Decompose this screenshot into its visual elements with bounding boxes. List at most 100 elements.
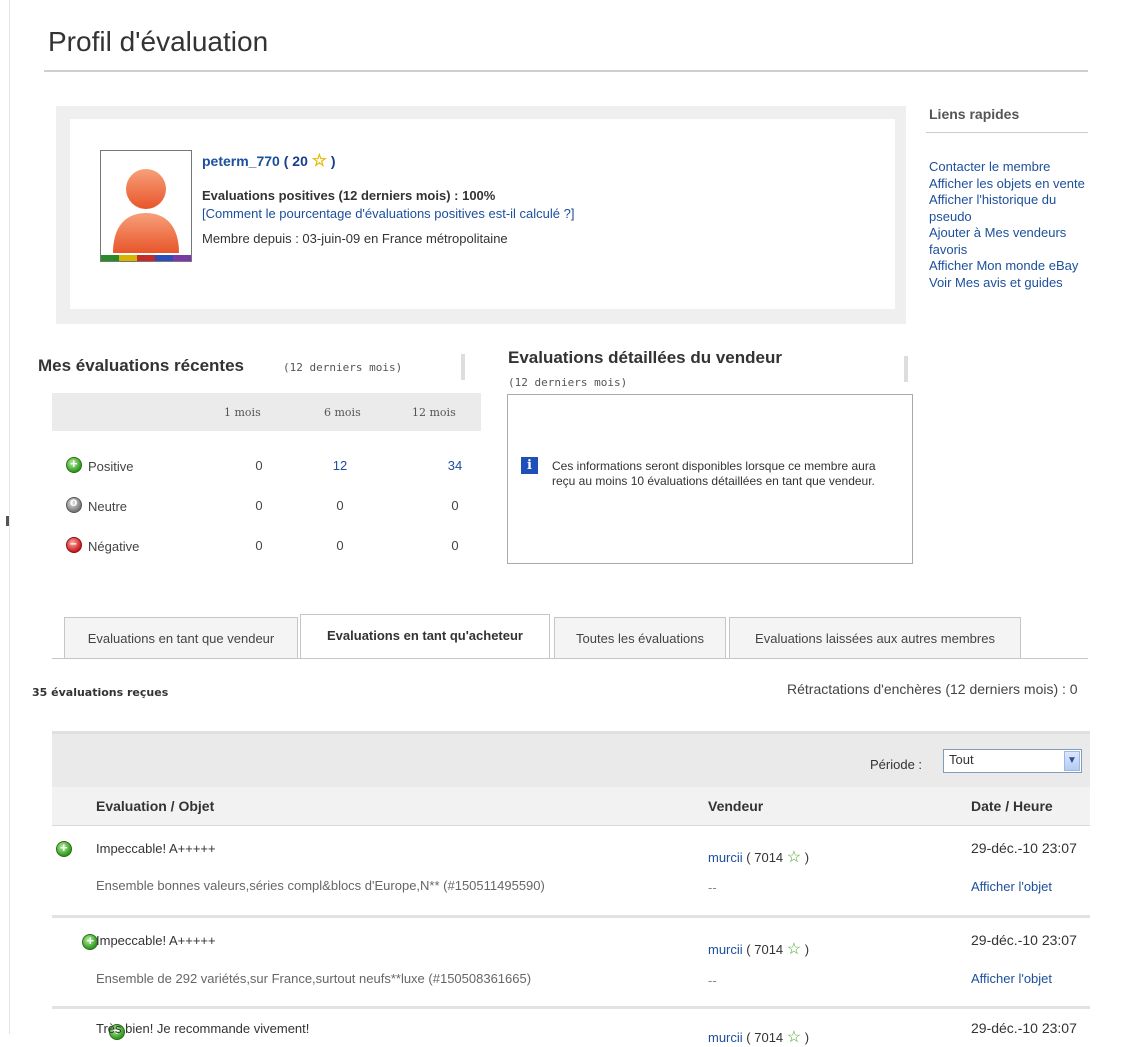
score-open: (: [283, 153, 293, 169]
quick-links-divider: [926, 132, 1088, 133]
seller-info: murcii ( 7014 ☆ ): [708, 847, 809, 867]
quick-link-my-world[interactable]: Afficher Mon monde eBay: [929, 258, 1089, 275]
seller-score: 7014: [754, 942, 784, 957]
calculation-help-link[interactable]: [Comment le pourcentage d'évaluations po…: [202, 206, 574, 221]
quick-link-items-for-sale[interactable]: Afficher les objets en vente: [929, 176, 1089, 193]
star-icon[interactable]: ☆: [787, 941, 801, 958]
page-title: Profil d'évaluation: [48, 26, 269, 57]
detailed-ratings-subtitle: (12 derniers mois): [508, 376, 628, 389]
score-open: (: [742, 850, 755, 865]
period-filter-bar: [52, 731, 1090, 790]
scroll-handle[interactable]: [461, 354, 465, 380]
score-close: ): [801, 942, 810, 957]
seller-link[interactable]: murcii: [708, 850, 743, 865]
period-selected-value: Tout: [949, 752, 974, 767]
avatar[interactable]: [100, 150, 192, 262]
page-edge-mark: [6, 516, 9, 526]
header-seller: Vendeur: [708, 798, 764, 814]
detailed-ratings-title: Evaluations détaillées du vendeur: [508, 348, 782, 367]
score-close: ): [801, 1030, 810, 1045]
positive-icon: [66, 456, 82, 473]
chevron-down-icon[interactable]: ▼: [1064, 751, 1080, 771]
quick-link-contact[interactable]: Contacter le membre: [929, 159, 1089, 176]
positive-6-months-link[interactable]: 12: [325, 458, 355, 473]
bid-retractions: Rétractations d'enchères (12 derniers mo…: [787, 681, 1078, 697]
star-icon[interactable]: ☆: [787, 849, 801, 866]
recent-ratings-subtitle: (12 derniers mois): [283, 361, 403, 374]
table-row: [52, 826, 1090, 911]
tabs-divider: [52, 658, 1088, 659]
rating-label-neutral: Neutre: [88, 499, 128, 514]
seller-info: murcii ( 7014 ☆ ): [708, 1027, 809, 1047]
quick-link-reviews-guides[interactable]: Voir Mes avis et guides: [929, 275, 1089, 292]
info-icon: i: [521, 457, 538, 474]
recent-ratings-title: Mes évaluations récentes: [38, 356, 244, 375]
scroll-handle[interactable]: [904, 356, 908, 382]
feedback-date: 29-déc.-10 23:07: [971, 932, 1077, 948]
seller-score: 7014: [754, 850, 784, 865]
title-divider: [44, 70, 1088, 72]
username-link[interactable]: peterm_770: [202, 153, 280, 169]
neutral-12-months: 0: [451, 498, 459, 513]
column-6-months: 6 mois: [324, 406, 361, 419]
rating-label-positive: Positive: [88, 459, 134, 474]
negative-12-months: 0: [451, 538, 459, 553]
score-close: ): [801, 850, 810, 865]
profile-username: peterm_770 ( 20 ☆ ): [202, 151, 336, 171]
positive-12-months-link[interactable]: 34: [440, 458, 470, 473]
rating-row-negative: Négative: [66, 536, 140, 554]
positive-1-month: 0: [255, 458, 263, 473]
member-since: Membre depuis : 03-juin-09 en France mét…: [202, 231, 508, 246]
rating-label-negative: Négative: [88, 539, 140, 554]
row-divider: [52, 1006, 1090, 1009]
star-icon[interactable]: ☆: [312, 151, 327, 170]
score-close: ): [330, 153, 336, 169]
rating-row-neutral: Neutre: [66, 495, 128, 514]
tab-buyer-ratings[interactable]: Evaluations en tant qu'acheteur: [300, 614, 550, 659]
header-date-time: Date / Heure: [971, 798, 1053, 814]
tab-all-ratings[interactable]: Toutes les évaluations: [554, 617, 726, 659]
page-edge-line: [9, 0, 10, 1034]
avatar-silhouette-icon: [101, 169, 191, 261]
item-title: Ensemble bonnes valeurs,séries compl&blo…: [96, 878, 545, 893]
table-row: [52, 919, 1090, 1004]
row-divider: [52, 915, 1090, 918]
quick-link-id-history[interactable]: Afficher l'historique du pseudo: [929, 192, 1089, 225]
column-1-month: 1 mois: [224, 406, 261, 419]
neutral-6-months: 0: [336, 498, 344, 513]
quick-link-favorite-sellers[interactable]: Ajouter à Mes vendeurs favoris: [929, 225, 1089, 258]
neutral-icon: [66, 495, 82, 513]
star-icon[interactable]: ☆: [787, 1029, 801, 1046]
negative-6-months: 0: [336, 538, 344, 553]
seller-link[interactable]: murcii: [708, 942, 743, 957]
feedback-comment: Impeccable! A+++++: [96, 841, 216, 856]
negative-icon: [66, 536, 82, 553]
rating-row-positive: Positive: [66, 456, 134, 474]
neutral-1-month: 0: [255, 498, 263, 513]
view-item-link[interactable]: Afficher l'objet: [971, 879, 1052, 894]
positive-icon: [56, 840, 72, 857]
seller-score: 7014: [754, 1030, 784, 1045]
column-12-months: 12 mois: [412, 406, 456, 419]
detailed-ratings-message: Ces informations seront disponibles lors…: [552, 459, 876, 488]
quick-links-list: Contacter le membre Afficher les objets …: [929, 159, 1089, 291]
score-open: (: [742, 1030, 755, 1045]
item-title: Ensemble de 292 variétés,sur France,surt…: [96, 971, 532, 986]
negative-1-month: 0: [255, 538, 263, 553]
view-item-link[interactable]: Afficher l'objet: [971, 971, 1052, 986]
seller-response: --: [708, 973, 717, 988]
tab-seller-ratings[interactable]: Evaluations en tant que vendeur: [64, 617, 298, 659]
header-evaluation-item: Evaluation / Objet: [96, 798, 215, 814]
score-open: (: [742, 942, 755, 957]
feedback-score: 20: [292, 153, 308, 169]
seller-info: murcii ( 7014 ☆ ): [708, 939, 809, 959]
seller-response: --: [708, 880, 717, 895]
positive-percentage: Evaluations positives (12 derniers mois)…: [202, 188, 496, 203]
feedback-comment: Impeccable! A+++++: [96, 933, 216, 948]
period-label: Période :: [870, 757, 923, 772]
quick-links-title: Liens rapides: [929, 106, 1020, 122]
ratings-received-count: 35 évaluations reçues: [32, 686, 169, 699]
feedback-date: 29-déc.-10 23:07: [971, 840, 1077, 856]
tab-ratings-left-for-others[interactable]: Evaluations laissées aux autres membres: [729, 617, 1021, 659]
seller-link[interactable]: murcii: [708, 1030, 743, 1045]
